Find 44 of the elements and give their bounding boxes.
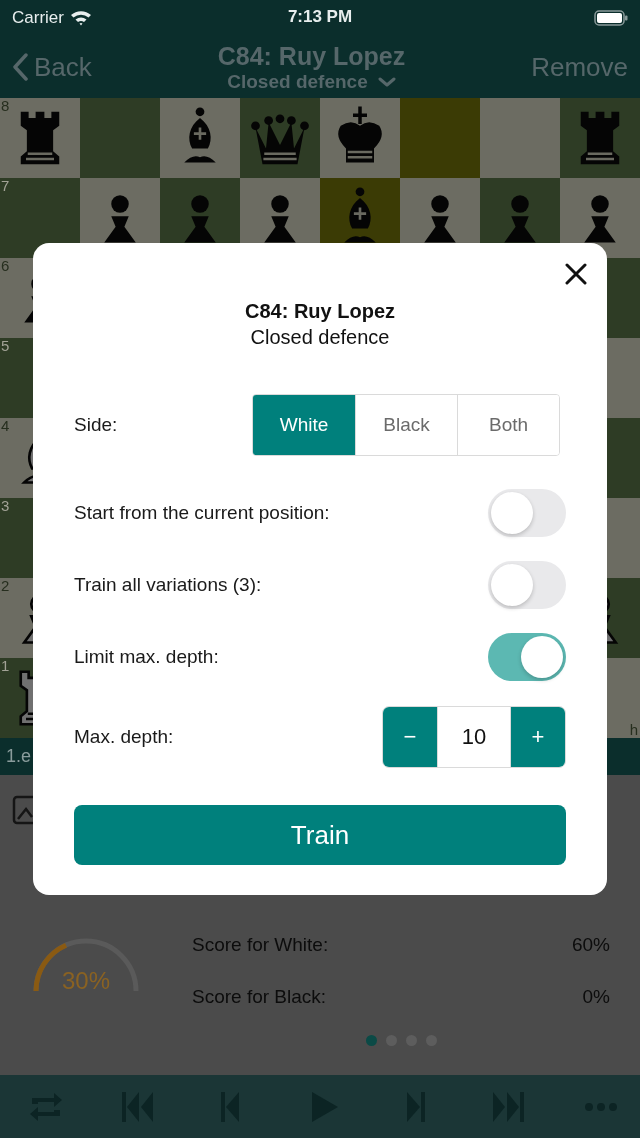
toggle-switch[interactable]	[488, 489, 566, 537]
move-list[interactable]: 1.e	[6, 746, 32, 767]
page-dot[interactable]	[365, 1035, 377, 1046]
rank-label: 5	[1, 338, 10, 355]
toggle-label: Limit max. depth:	[74, 646, 219, 668]
side-label: Side:	[74, 414, 118, 436]
toggle-label: Train all variations (3):	[74, 574, 262, 596]
rank-label: 3	[1, 498, 10, 515]
increment-button[interactable]: +	[511, 707, 565, 767]
decrement-button[interactable]: −	[383, 707, 437, 767]
status-time: 7:13 PM	[287, 7, 353, 27]
stat-value: 60%	[571, 934, 610, 956]
rank-label: 2	[1, 578, 10, 595]
side-option[interactable]: Both	[457, 395, 559, 455]
chevron-down-icon	[377, 76, 396, 87]
wifi-icon	[69, 10, 92, 26]
stat-label: Score for Black:	[192, 986, 327, 1008]
dialog-title: C84: Ruy Lopez	[245, 299, 395, 324]
rank-label: 8	[1, 98, 10, 115]
train-button[interactable]: Train	[74, 805, 566, 865]
gauge-reading: 30%	[61, 967, 110, 995]
battery-icon	[594, 10, 628, 26]
stat-value: 0%	[582, 986, 610, 1008]
remove-button[interactable]: Remove	[531, 51, 628, 83]
chevron-left-icon	[12, 53, 28, 81]
toggle-label: Start from the current position:	[74, 502, 330, 524]
depth-label: Max. depth:	[74, 726, 174, 748]
board-square[interactable]: 8	[0, 98, 80, 178]
rank-label: 6	[1, 258, 10, 275]
close-icon[interactable]	[565, 263, 587, 285]
rank-label: 1	[1, 658, 10, 675]
dialog-subtitle: Closed defence	[250, 325, 390, 350]
stat-label: Score for White:	[192, 934, 329, 956]
toggle-switch[interactable]	[488, 561, 566, 609]
carrier-label: Carrier	[12, 8, 64, 28]
nav-title: C84: Ruy Lopez	[217, 41, 406, 71]
board-square[interactable]: 7	[0, 178, 80, 258]
toggle-switch[interactable]	[488, 633, 566, 681]
side-option[interactable]: White	[253, 395, 355, 455]
variation-dropdown[interactable]: Closed defence	[227, 70, 396, 93]
file-label: h	[629, 721, 638, 738]
rank-label: 7	[1, 178, 10, 195]
back-button[interactable]: Back	[12, 51, 92, 83]
rank-label: 4	[1, 418, 10, 435]
